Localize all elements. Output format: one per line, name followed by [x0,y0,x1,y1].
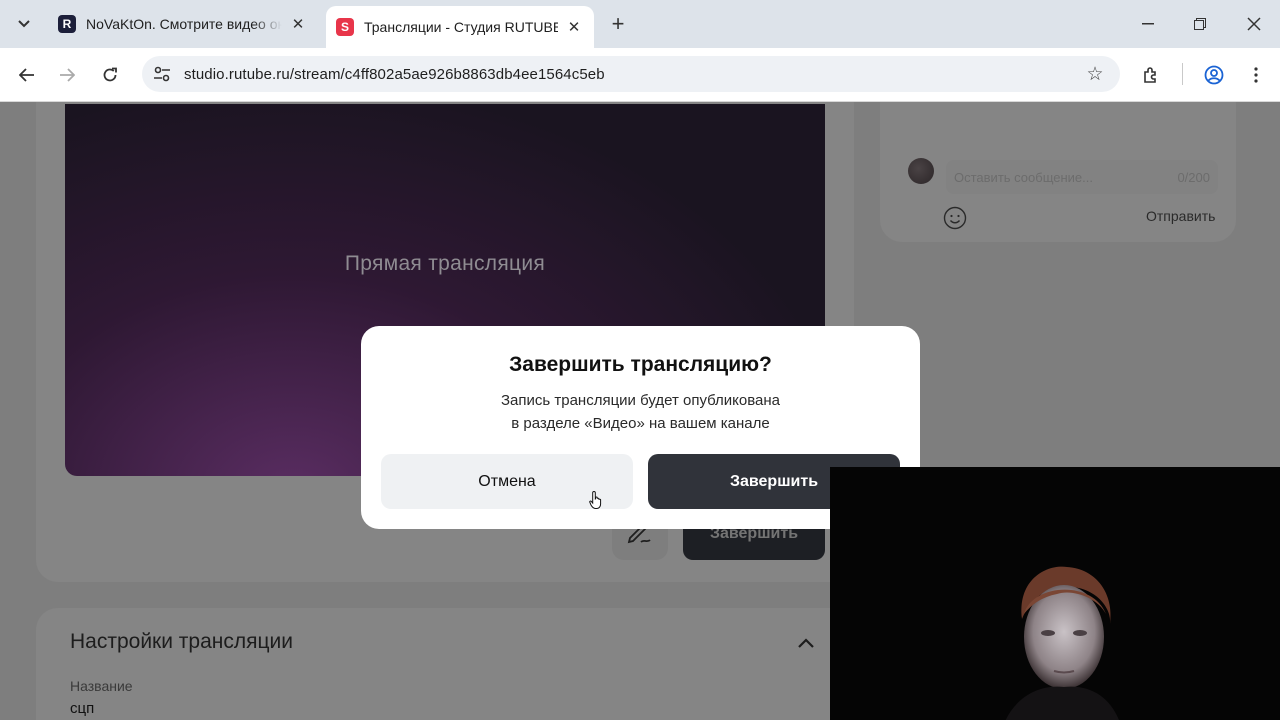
toolbar-divider [1182,63,1183,85]
hand-cursor-icon [589,490,602,509]
bookmark-star-icon[interactable]: ☆ [1084,63,1106,85]
tab-title: Трансляции - Студия RUTUBE [364,19,558,35]
browser-menu-button[interactable] [1241,60,1271,90]
restore-button[interactable] [1184,8,1216,40]
minimize-icon [1142,23,1154,25]
browser-toolbar: studio.rutube.ru/stream/c4ff802a5ae926b8… [0,48,1280,102]
more-vertical-icon [1254,67,1258,83]
rutube-favicon-icon: R [58,15,76,33]
extensions-button[interactable] [1136,60,1166,90]
dialog-message: Запись трансляции будет опубликована в р… [361,389,920,435]
profile-button[interactable] [1199,60,1229,90]
puzzle-icon [1144,67,1156,83]
webcam-overlay [830,467,1280,720]
reload-icon [103,67,117,82]
stream-name-label: Название [70,678,133,694]
tab-studio-rutube[interactable]: S Трансляции - Студия RUTUBE ✕ [326,6,594,48]
url-text[interactable]: studio.rutube.ru/stream/c4ff802a5ae926b8… [184,66,605,83]
close-tab-icon[interactable]: ✕ [564,17,584,37]
arrow-right-icon [60,68,75,82]
tab-search-button[interactable] [10,10,38,38]
send-message-button[interactable]: Отправить [1146,208,1215,224]
site-info-icon[interactable] [144,56,180,92]
restore-icon [1194,18,1206,30]
dialog-title: Завершить трансляцию? [509,353,772,376]
forward-button[interactable] [52,60,82,90]
settings-title: Настройки трансляции [70,630,293,653]
rutube-studio-favicon-icon: S [336,18,354,36]
dialog-message-line: Запись трансляции будет опубликована [500,392,781,409]
reload-button[interactable] [95,60,125,90]
account-icon [1204,65,1224,85]
back-button[interactable] [12,60,42,90]
minimize-button[interactable] [1132,8,1164,40]
stream-name-field[interactable]: сцп [70,700,94,717]
close-window-button[interactable] [1238,8,1270,40]
close-tab-icon[interactable]: ✕ [288,14,308,34]
tab-title: NoVaKtOn. Смотрите видео онлайн [86,16,282,32]
new-tab-button[interactable]: + [606,11,630,36]
close-icon [1247,17,1261,31]
stream-settings-card [36,608,854,720]
chevron-down-icon [18,20,30,28]
chat-placeholder: Оставить сообщение... [954,169,1093,185]
arrow-left-icon [19,68,34,82]
tab-novakton[interactable]: R NoVaKtOn. Смотрите видео онлайн ✕ [48,6,318,42]
dialog-message-line: в разделе «Видео» на вашем канале [511,415,770,432]
char-counter: 0/200 [1177,169,1210,185]
emoji-icon[interactable] [943,206,967,230]
address-bar[interactable]: studio.rutube.ru/stream/c4ff802a5ae926b8… [142,56,1120,92]
chevron-up-icon[interactable] [795,632,817,654]
webcam-person-image [1005,566,1119,720]
player-placeholder-label: Прямая трансляция [344,252,546,275]
tab-strip: R NoVaKtOn. Смотрите видео онлайн ✕ S Тр… [0,0,1280,48]
chat-message-input[interactable]: Оставить сообщение... 0/200 [946,160,1218,194]
avatar [908,158,934,184]
